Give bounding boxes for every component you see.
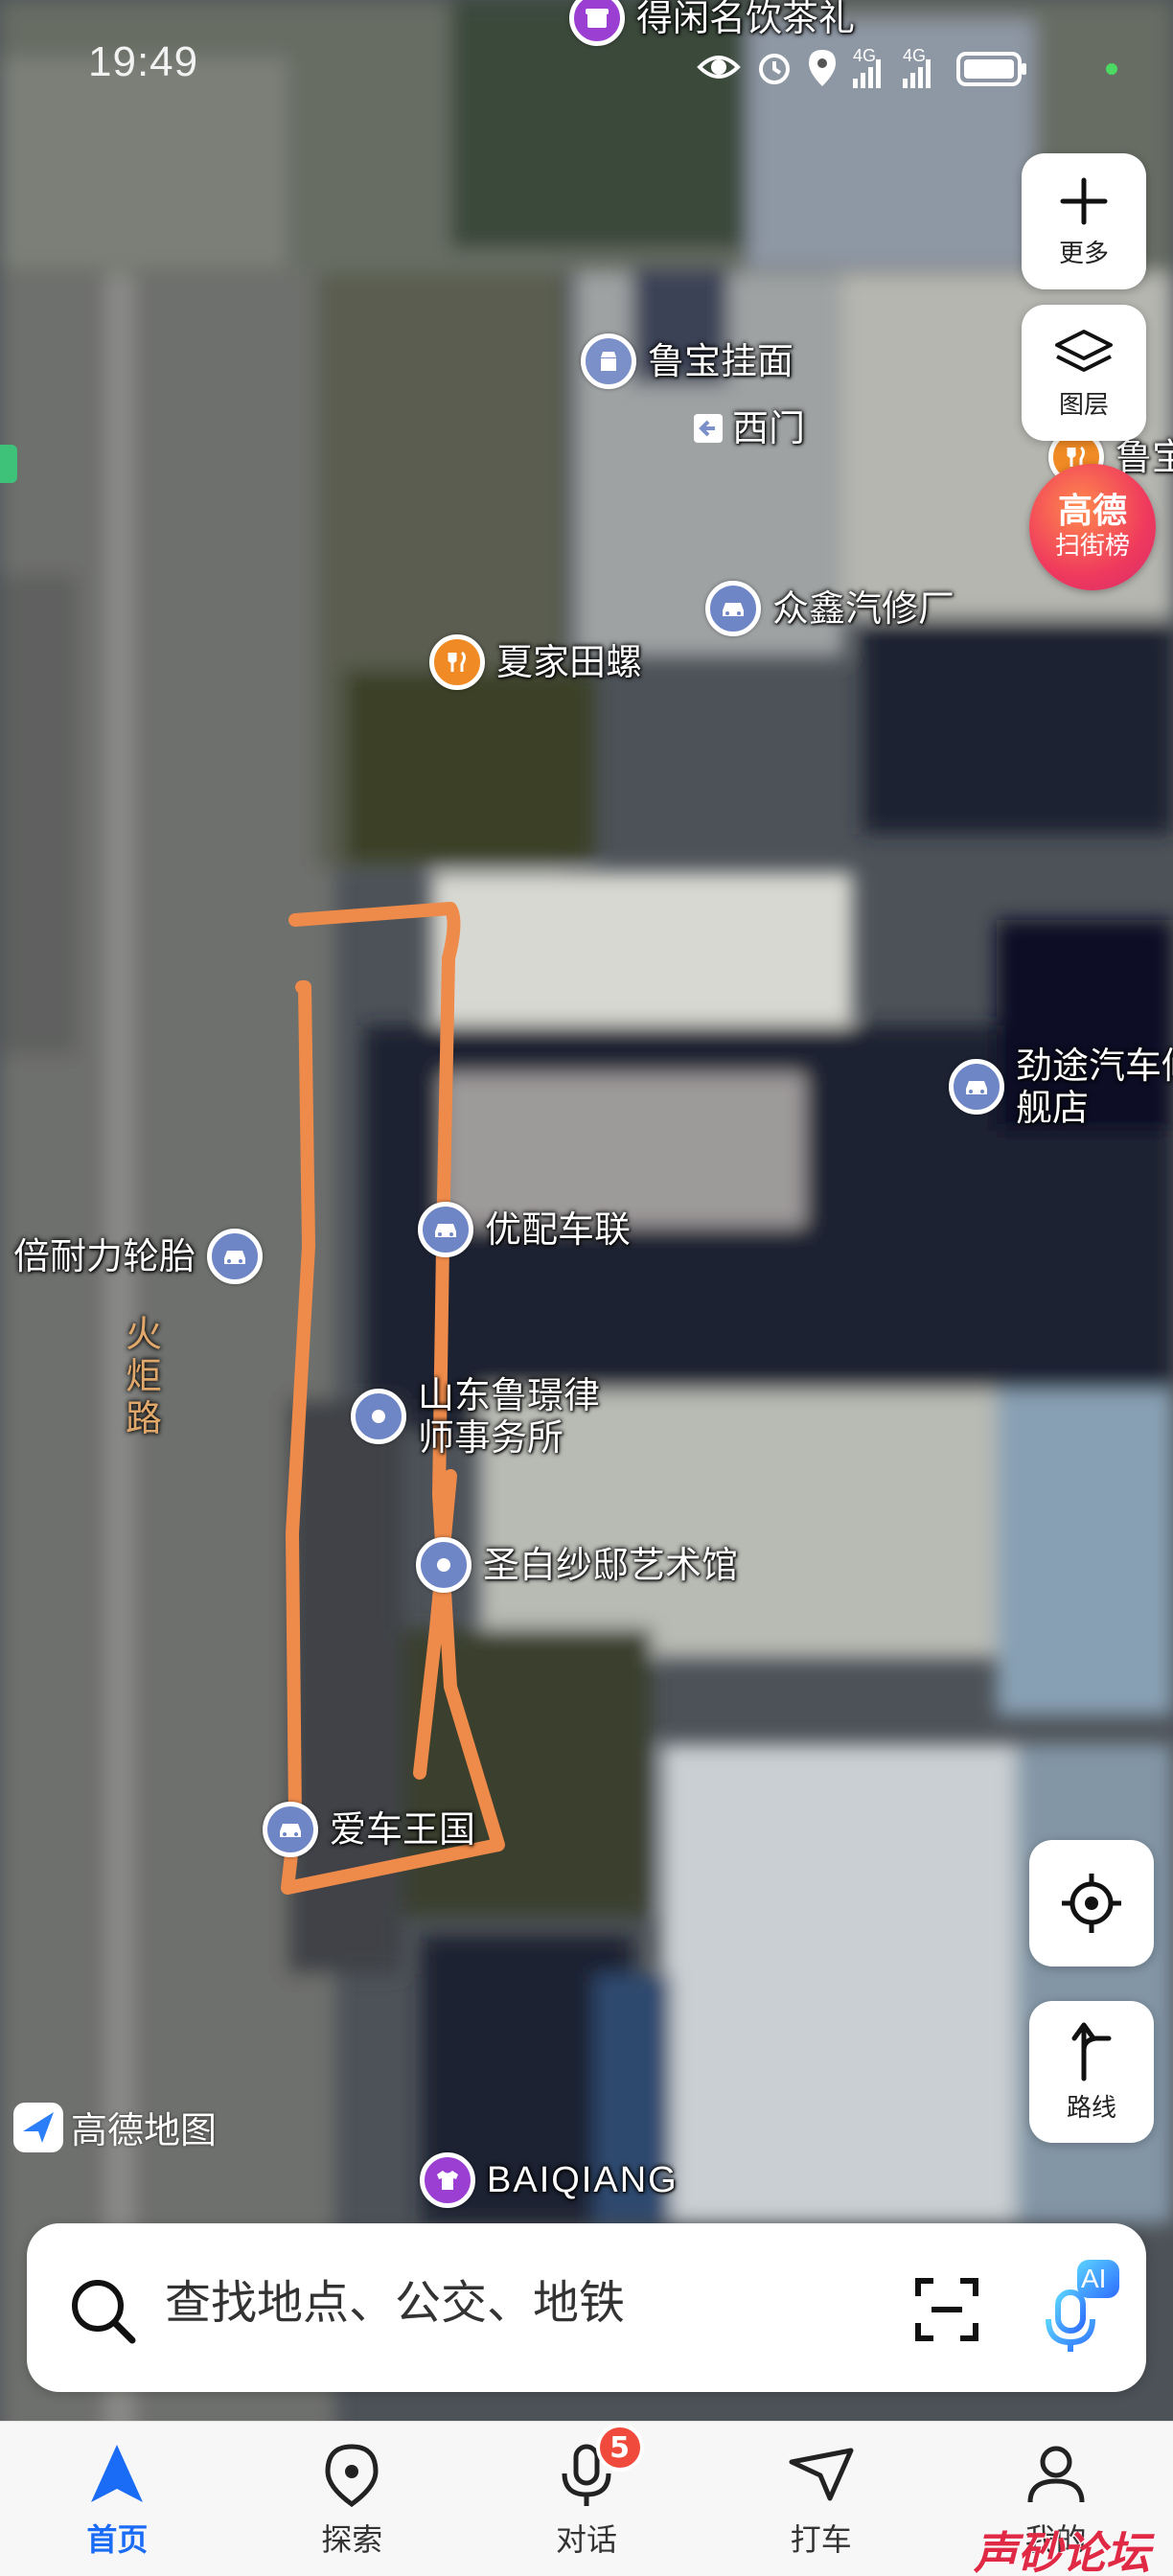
status-bar: 19:49 4G 4G <box>0 0 1173 134</box>
profile-icon <box>1027 2446 1085 2503</box>
eye-icon <box>697 56 741 79</box>
poi-ximen[interactable]: 西门 <box>686 406 816 450</box>
search-input[interactable] <box>165 2277 893 2330</box>
poi-beinaili[interactable]: 倍耐力轮胎 <box>13 1229 264 1284</box>
status-icons: 4G 4G <box>697 46 1117 88</box>
rank-subtitle: 扫街榜 <box>1054 532 1130 561</box>
poi-lawfirm[interactable]: 山东鲁璟律师事务所 <box>351 1374 640 1459</box>
place-icon <box>351 1389 406 1444</box>
amap-logo: 高德地图 <box>13 2101 217 2153</box>
chat-badge: 5 <box>595 2424 644 2472</box>
plus-icon <box>1060 177 1108 224</box>
more-button[interactable]: 更多 <box>1022 153 1146 289</box>
gate-icon <box>686 406 730 450</box>
network-2-text: 4G <box>903 46 926 65</box>
ai-label: AI <box>1081 2264 1107 2293</box>
search-icon <box>72 2280 136 2344</box>
clothing-icon <box>420 2152 475 2208</box>
restaurant-icon <box>429 634 485 690</box>
ai-microphone-icon <box>1046 2260 1119 2352</box>
amap-logo-text: 高德地图 <box>71 2109 218 2151</box>
layers-label: 图层 <box>1058 390 1109 420</box>
road-label-huoju: 火炬路 <box>125 1313 162 1439</box>
taxi-icon <box>789 2448 854 2501</box>
poi-zhongxin[interactable]: 众鑫汽修厂 <box>705 581 966 636</box>
route-label: 路线 <box>1066 2093 1116 2123</box>
network-1-text: 4G <box>853 46 876 65</box>
forum-watermark: 声砂论坛 <box>974 2527 1150 2576</box>
location-icon <box>809 50 836 86</box>
nav-label: 打车 <box>790 2521 852 2558</box>
nav-label: 探索 <box>321 2521 383 2558</box>
poi-label: BAIQIANG <box>487 2160 678 2200</box>
car-icon <box>418 1202 473 1257</box>
place-icon <box>416 1537 472 1593</box>
poi-label: 众鑫汽修厂 <box>772 587 955 630</box>
alarm-icon <box>759 54 790 84</box>
locate-button[interactable] <box>1029 1840 1154 1966</box>
poi-label: 西门 <box>732 407 806 449</box>
poi-label: 劲途汽车修旗舰店 <box>1016 1045 1173 1129</box>
poi-label: 倍耐力轮胎 <box>13 1235 196 1277</box>
scan-icon[interactable] <box>912 2275 981 2344</box>
poi-shengbai[interactable]: 圣白纱邸艺术馆 <box>416 1537 749 1593</box>
car-icon <box>949 1059 1004 1115</box>
edge-tab-icon[interactable] <box>0 445 17 483</box>
satellite-map[interactable]: 火炬路 得闲名饮茶礼 鲁宝挂面 西门 鲁宝 众鑫汽修厂 夏家田螺 劲途汽车 舰店… <box>0 0 1173 2576</box>
layers-button[interactable]: 图层 <box>1022 305 1146 441</box>
car-icon <box>207 1229 264 1284</box>
battery-icon <box>956 52 1026 86</box>
poi-jintu[interactable]: 劲途汽车修旗舰店 <box>949 1045 1173 1129</box>
home-navigation-icon <box>91 2445 144 2502</box>
poi-label: 山东鲁璟律师事务所 <box>418 1374 601 1459</box>
location-pin-icon <box>325 2444 379 2508</box>
poi-label: 优配车联 <box>485 1208 632 1251</box>
poi-label: 爱车王国 <box>330 1808 476 1851</box>
nav-label: 对话 <box>555 2521 617 2558</box>
nav-explore[interactable]: 探索 <box>235 2422 470 2576</box>
poi-lubao[interactable]: 鲁宝挂面 <box>581 334 805 389</box>
poi-label: 圣白纱邸艺术馆 <box>483 1544 739 1586</box>
amap-logo-icon <box>13 2102 63 2152</box>
ai-voice-button[interactable]: AI <box>1035 2258 1121 2354</box>
nav-home[interactable]: 首页 <box>0 2422 235 2576</box>
status-time: 19:49 <box>88 38 199 85</box>
nav-chat[interactable]: 5 对话 <box>470 2422 704 2576</box>
poi-label: 夏家田螺 <box>496 641 643 683</box>
street-rank-button[interactable]: 高德 扫街榜 <box>1029 464 1156 590</box>
poi-label: 鲁宝挂面 <box>648 340 794 382</box>
charging-dot-icon <box>1106 63 1117 75</box>
poi-baiqiang[interactable]: BAIQIANG <box>420 2152 690 2208</box>
rank-title: 高德 <box>1057 492 1127 531</box>
crosshair-icon <box>1062 1874 1121 1933</box>
search-bar[interactable]: AI <box>27 2223 1146 2392</box>
nav-taxi[interactable]: 打车 <box>703 2422 938 2576</box>
car-icon <box>263 1802 318 1857</box>
more-label: 更多 <box>1058 239 1109 268</box>
car-icon <box>705 581 761 636</box>
route-button[interactable]: 路线 <box>1029 2001 1154 2143</box>
shop-icon <box>581 334 636 389</box>
nav-label: 首页 <box>86 2521 149 2558</box>
poi-aiche[interactable]: 爱车王国 <box>263 1802 487 1857</box>
poi-xiajia[interactable]: 夏家田螺 <box>429 634 654 690</box>
poi-youpei[interactable]: 优配车联 <box>418 1202 642 1257</box>
route-arrow-icon <box>1071 2022 1112 2081</box>
layers-icon <box>1055 329 1113 372</box>
